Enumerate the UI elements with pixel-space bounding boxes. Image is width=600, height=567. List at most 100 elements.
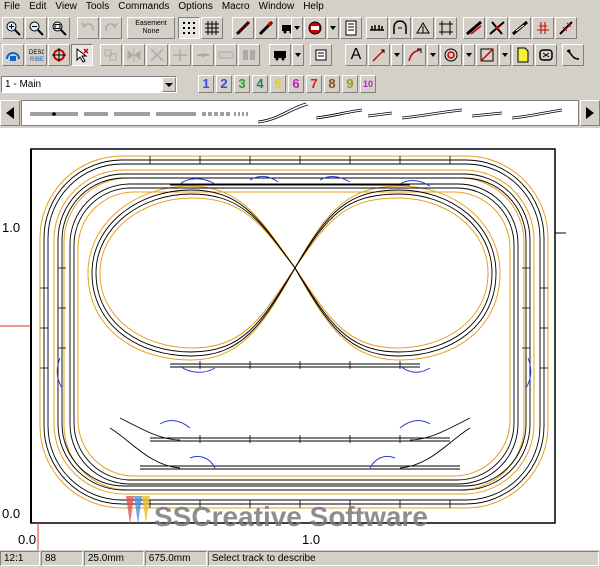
- line-tool-dropdown[interactable]: [391, 44, 403, 66]
- track-ties: [40, 156, 548, 508]
- control-tool-button[interactable]: [532, 17, 554, 39]
- split-button[interactable]: [146, 44, 168, 66]
- note-tool-button[interactable]: [512, 44, 534, 66]
- dimension-tool-button[interactable]: [404, 44, 426, 66]
- describe-button[interactable]: [2, 44, 24, 66]
- layer-select[interactable]: 1 - Main: [1, 76, 177, 93]
- box-tool-button[interactable]: [476, 44, 498, 66]
- layer-button-2[interactable]: 2: [216, 75, 232, 93]
- undo-button[interactable]: [77, 17, 99, 39]
- train-tool-dropdown[interactable]: [291, 17, 303, 39]
- menu-options[interactable]: Options: [174, 0, 217, 14]
- move-button[interactable]: [48, 44, 70, 66]
- status-track-count: 88: [40, 551, 83, 566]
- menu-commands[interactable]: Commands: [114, 0, 174, 14]
- watermark-logo: [126, 496, 150, 524]
- dimension-tool-dropdown[interactable]: [427, 44, 439, 66]
- hand-laid-button[interactable]: [562, 44, 584, 66]
- menu-macro[interactable]: Macro: [218, 0, 255, 14]
- join-button[interactable]: [169, 44, 191, 66]
- zoom-window-button[interactable]: [48, 17, 70, 39]
- line-tool-button[interactable]: [368, 44, 390, 66]
- snap-grid-button[interactable]: [178, 17, 200, 39]
- mirror-button[interactable]: [123, 44, 145, 66]
- hotbar-piece-flex[interactable]: [30, 112, 78, 116]
- table-edge-icon: [539, 49, 553, 61]
- menu-tools[interactable]: Tools: [82, 0, 114, 14]
- layer-button-4[interactable]: 4: [252, 75, 268, 93]
- menu-window[interactable]: Window: [255, 0, 300, 14]
- menu-edit[interactable]: Edit: [25, 0, 51, 14]
- straight-track-icon: [258, 20, 274, 36]
- block-tool-button[interactable]: [509, 17, 531, 39]
- hotbar-piece-curve-3[interactable]: [367, 111, 393, 118]
- layer-button-8[interactable]: 8: [324, 75, 340, 93]
- parts-list-icon: [345, 20, 357, 36]
- layer-button-1[interactable]: 1: [198, 75, 214, 93]
- hotbar-piece-curve-1[interactable]: [257, 102, 309, 124]
- zoom-out-button[interactable]: [25, 17, 47, 39]
- menu-help[interactable]: Help: [299, 0, 329, 14]
- x-axis-label-1: 1.0: [302, 532, 320, 547]
- hotbar-piece-straight-1[interactable]: [84, 112, 108, 116]
- hotbar-piece-curve-6[interactable]: [511, 108, 563, 120]
- easement-button[interactable]: Easement None: [127, 17, 175, 39]
- layer-select-dropdown[interactable]: [162, 77, 176, 92]
- track-tool-2-button[interactable]: [255, 17, 277, 39]
- hotbar-piece-curve-2[interactable]: [315, 108, 363, 120]
- layer-button-9[interactable]: 9: [342, 75, 358, 93]
- hotbar-piece-curve-4[interactable]: [401, 108, 463, 120]
- turnout-tool-button[interactable]: [463, 17, 485, 39]
- crossing-tool-button[interactable]: [486, 17, 508, 39]
- zoom-in-button[interactable]: [2, 17, 24, 39]
- hotbar-scroll-right[interactable]: [580, 100, 600, 126]
- box-tool-dropdown[interactable]: [499, 44, 511, 66]
- dimension-icon: [408, 48, 422, 62]
- ruler-icon: [218, 51, 234, 59]
- signal-tool-dropdown[interactable]: [327, 17, 339, 39]
- circle-tool-dropdown[interactable]: [463, 44, 475, 66]
- select-button[interactable]: DESC RIBE: [25, 44, 47, 66]
- profile-tool-button[interactable]: [435, 17, 457, 39]
- parallel-button[interactable]: [238, 44, 260, 66]
- hotbar-piece-straight-2[interactable]: [114, 112, 150, 116]
- layout-canvas[interactable]: 1.0 0.0 0.0 1.0 SSCreative Software: [0, 128, 600, 550]
- toolbar-edit: DESC RIBE A: [0, 42, 600, 68]
- menu-file[interactable]: File: [0, 0, 25, 14]
- hotbar-scroll-left[interactable]: [0, 100, 20, 126]
- crossing-icon: [489, 21, 505, 35]
- tunnel-tool-button[interactable]: [389, 17, 411, 39]
- track-tool-1-button[interactable]: [232, 17, 254, 39]
- hotbar-piece-straight-3[interactable]: [156, 112, 196, 116]
- layer-button-3[interactable]: 3: [234, 75, 250, 93]
- text-tool-button[interactable]: A: [345, 44, 367, 66]
- layer-button-6-label: 6: [292, 76, 300, 91]
- redo-button[interactable]: [100, 17, 122, 39]
- structure-tool-button[interactable]: [310, 44, 332, 66]
- bridge-tool-button[interactable]: [366, 17, 388, 39]
- car-tool-button[interactable]: [269, 44, 291, 66]
- circle-tool-button[interactable]: [440, 44, 462, 66]
- sensor-tool-button[interactable]: [555, 17, 577, 39]
- layer-button-10[interactable]: 10: [360, 75, 376, 93]
- copy-button[interactable]: [100, 44, 122, 66]
- hotbar-piece-straight-5[interactable]: [234, 112, 250, 116]
- signal-tool-button[interactable]: [304, 17, 326, 39]
- layer-button-5[interactable]: 5: [270, 75, 286, 93]
- layer-button-7[interactable]: 7: [306, 75, 322, 93]
- show-grid-button[interactable]: [201, 17, 223, 39]
- layer-button-6[interactable]: 6: [288, 75, 304, 93]
- car-tool-dropdown[interactable]: [292, 44, 304, 66]
- ruler-button[interactable]: [215, 44, 237, 66]
- connect-button[interactable]: [192, 44, 214, 66]
- parallel-icon: [243, 50, 255, 60]
- menu-view[interactable]: View: [51, 0, 82, 14]
- parts-list-button[interactable]: [340, 17, 362, 39]
- table-edge-button[interactable]: [535, 44, 557, 66]
- layout-drawing[interactable]: 1.0 0.0 0.0 1.0 SSCreative Software: [0, 128, 600, 550]
- hotbar-piece-straight-4[interactable]: [202, 112, 230, 116]
- pointer-select-button[interactable]: [71, 44, 93, 66]
- svg-text:DESC: DESC: [29, 50, 44, 56]
- hotbar-piece-curve-5[interactable]: [471, 111, 503, 118]
- elevation-tool-button[interactable]: [412, 17, 434, 39]
